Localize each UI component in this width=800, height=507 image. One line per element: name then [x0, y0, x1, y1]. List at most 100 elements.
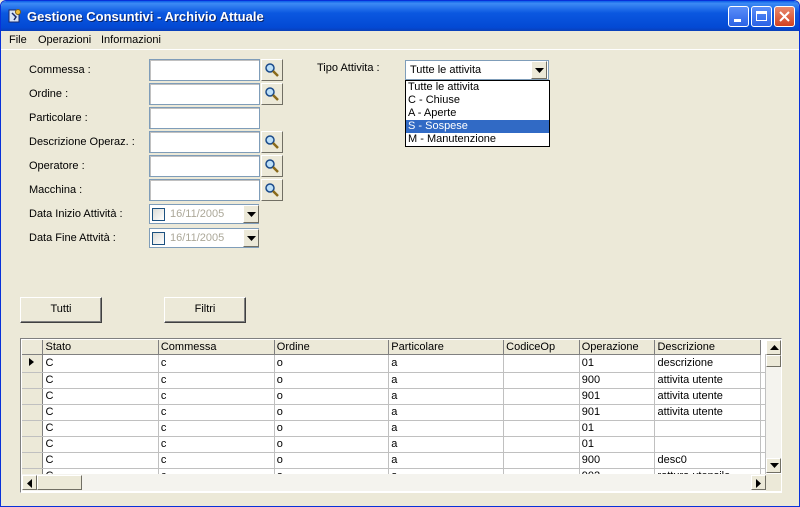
menu-file[interactable]: File [9, 34, 27, 46]
table-cell[interactable]: o [274, 372, 390, 389]
tipo-option-aperte[interactable]: A - Aperte [406, 107, 549, 120]
table-cell[interactable]: c [158, 404, 275, 421]
table-cell[interactable]: descrizione [654, 354, 761, 373]
data-fine-dropdown-button[interactable] [243, 229, 259, 247]
table-cell[interactable] [503, 372, 580, 389]
table-cell[interactable]: 01 [579, 420, 656, 437]
table-cell[interactable]: o [274, 404, 390, 421]
table-cell[interactable]: 01 [579, 354, 656, 373]
table-cell[interactable] [503, 436, 580, 453]
table-cell[interactable]: 01 [579, 436, 656, 453]
maximize-button[interactable] [751, 6, 772, 27]
table-cell[interactable]: a [388, 436, 505, 453]
minimize-button[interactable] [728, 6, 749, 27]
horizontal-scroll-thumb[interactable] [37, 475, 82, 490]
table-cell[interactable]: C [42, 372, 159, 389]
table-cell[interactable]: a [388, 372, 505, 389]
table-row[interactable]: Cc o a 01 [22, 436, 766, 453]
macchina-search-button[interactable] [261, 179, 283, 201]
table-row[interactable]: Cc o a 01 descrizione [22, 354, 766, 373]
table-cell[interactable]: attivita utente [654, 404, 761, 421]
vertical-scroll-thumb[interactable] [766, 355, 781, 367]
table-cell[interactable]: 900 [579, 452, 656, 469]
macchina-input[interactable] [149, 179, 260, 201]
tutti-button[interactable]: Tutti [20, 297, 102, 323]
table-row[interactable]: Cc o a 900 desc0 [22, 452, 766, 469]
menu-informazioni[interactable]: Informazioni [101, 34, 161, 46]
column-header-commessa[interactable]: Commessa [158, 340, 275, 355]
table-cell[interactable] [503, 388, 580, 405]
table-cell[interactable]: 901 [579, 404, 656, 421]
operatore-input[interactable] [149, 155, 260, 177]
table-cell[interactable]: o [274, 354, 390, 373]
table-cell[interactable] [503, 404, 580, 421]
column-header-stato[interactable]: Stato [42, 340, 159, 355]
row-selector[interactable] [22, 436, 44, 453]
column-header-descrizione[interactable]: Descrizione [654, 340, 761, 355]
table-cell[interactable] [503, 354, 580, 373]
tipo-option-chiuse[interactable]: C - Chiuse [406, 94, 549, 107]
table-cell[interactable]: o [274, 452, 390, 469]
table-cell[interactable]: C [42, 436, 159, 453]
title-bar[interactable]: Gestione Consuntivi - Archivio Attuale [1, 1, 799, 31]
scroll-right-button[interactable] [751, 475, 766, 490]
row-selector[interactable] [22, 452, 44, 469]
table-cell[interactable]: c [158, 372, 275, 389]
table-cell[interactable]: a [388, 404, 505, 421]
operatore-search-button[interactable] [261, 155, 283, 177]
row-selector[interactable] [22, 420, 44, 437]
row-selector[interactable] [22, 404, 44, 421]
table-cell[interactable]: c [158, 452, 275, 469]
ordine-search-button[interactable] [261, 83, 283, 105]
table-cell[interactable] [503, 420, 580, 437]
table-cell[interactable]: o [274, 436, 390, 453]
table-cell[interactable]: C [42, 388, 159, 405]
filtri-button[interactable]: Filtri [164, 297, 246, 323]
table-row[interactable]: Cc o a 900 attivita utente [22, 372, 766, 389]
tipo-attivita-dropdown-button[interactable] [531, 61, 547, 79]
table-cell[interactable]: 901 [579, 388, 656, 405]
table-cell[interactable]: attivita utente [654, 372, 761, 389]
scroll-up-button[interactable] [766, 340, 781, 355]
row-selector[interactable] [22, 388, 44, 405]
table-cell[interactable]: 900 [579, 372, 656, 389]
column-header-operazione[interactable]: Operazione [579, 340, 656, 355]
tipo-attivita-select[interactable]: Tutte le attivita [405, 60, 549, 80]
table-cell[interactable]: c [158, 388, 275, 405]
table-cell[interactable]: attivita utente [654, 388, 761, 405]
table-cell[interactable]: c [158, 420, 275, 437]
row-selector[interactable] [22, 354, 44, 373]
table-cell[interactable]: C [42, 404, 159, 421]
table-cell[interactable]: a [388, 388, 505, 405]
scroll-left-button[interactable] [22, 475, 37, 490]
ordine-input[interactable] [149, 83, 260, 105]
table-cell[interactable]: C [42, 452, 159, 469]
table-cell[interactable]: c [158, 354, 275, 373]
data-inizio-checkbox[interactable] [152, 208, 165, 221]
table-cell[interactable]: desc0 [654, 452, 761, 469]
scroll-down-button[interactable] [766, 458, 781, 473]
table-cell[interactable]: a [388, 354, 505, 373]
row-selector[interactable] [22, 372, 44, 389]
commessa-search-button[interactable] [261, 59, 283, 81]
horizontal-scrollbar[interactable] [22, 474, 766, 491]
table-cell[interactable] [654, 436, 761, 453]
data-fine-checkbox[interactable] [152, 232, 165, 245]
tipo-option-sospese[interactable]: S - Sospese [406, 120, 549, 133]
table-row[interactable]: Cc o a 901 attivita utente [22, 388, 766, 405]
table-cell[interactable]: a [388, 452, 505, 469]
table-cell[interactable] [654, 420, 761, 437]
tipo-option-manutenzione[interactable]: M - Manutenzione [406, 133, 549, 146]
column-header-ordine[interactable]: Ordine [274, 340, 390, 355]
vertical-scrollbar[interactable] [766, 340, 781, 473]
tipo-option-tutte[interactable]: Tutte le attivita [406, 81, 549, 94]
table-cell[interactable]: C [42, 354, 159, 373]
menu-operazioni[interactable]: Operazioni [38, 34, 91, 46]
table-cell[interactable]: o [274, 420, 390, 437]
descrizione-input[interactable] [149, 131, 260, 153]
table-cell[interactable]: c [158, 436, 275, 453]
descrizione-search-button[interactable] [261, 131, 283, 153]
table-cell[interactable]: o [274, 388, 390, 405]
column-header-codiceop[interactable]: CodiceOp [503, 340, 580, 355]
table-row[interactable]: Cc o a 901 attivita utente [22, 404, 766, 421]
